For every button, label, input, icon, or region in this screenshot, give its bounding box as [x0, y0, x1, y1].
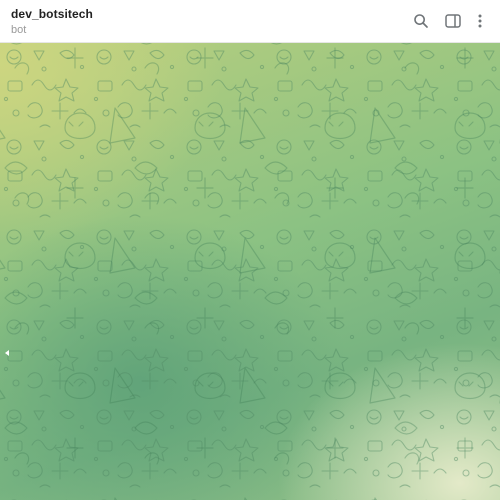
wallpaper-doodle-pattern [0, 43, 500, 500]
chat-status: bot [11, 24, 27, 36]
telegram-chat-window: dev_botsitech bot [0, 0, 500, 500]
sidebar-toggle-button[interactable] [443, 11, 463, 31]
more-vertical-icon [477, 13, 483, 29]
search-button[interactable] [411, 11, 431, 31]
chat-message-area[interactable] [0, 43, 500, 500]
chat-title[interactable]: dev_botsitech [11, 7, 93, 21]
chat-header[interactable]: dev_botsitech bot [0, 0, 500, 43]
more-menu-button[interactable] [470, 11, 490, 31]
sidebar-toggle-icon [445, 14, 461, 28]
search-icon [413, 13, 429, 29]
scroll-marker-icon [5, 350, 9, 356]
